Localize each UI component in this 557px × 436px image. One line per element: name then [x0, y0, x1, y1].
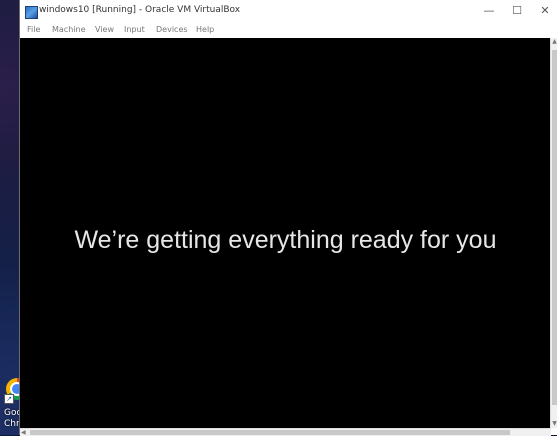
menu-bar: File Machine View Input Devices Help — [20, 22, 557, 38]
vertical-scroll-thumb[interactable] — [552, 50, 557, 405]
virtualbox-icon — [25, 6, 38, 19]
menu-help[interactable]: Help — [196, 25, 214, 34]
virtualbox-window: windows10 [Running] - Oracle VM VirtualB… — [19, 0, 557, 436]
minimize-button[interactable]: — — [476, 0, 502, 22]
shortcut-arrow-icon: ↗ — [4, 394, 14, 404]
horizontal-scroll-thumb[interactable] — [30, 430, 510, 435]
menu-file[interactable]: File — [27, 25, 40, 34]
menu-machine[interactable]: Machine — [52, 25, 86, 34]
close-button[interactable]: ✕ — [532, 0, 557, 22]
window-title: windows10 [Running] - Oracle VM VirtualB… — [39, 5, 241, 15]
menu-devices[interactable]: Devices — [156, 25, 188, 34]
vertical-scrollbar[interactable]: ▲ ▼ — [550, 38, 557, 428]
guest-display[interactable]: We’re getting everything ready for you — [20, 38, 551, 428]
setup-message: We’re getting everything ready for you — [74, 226, 497, 254]
maximize-button[interactable]: ☐ — [504, 0, 530, 22]
scroll-up-icon[interactable]: ▲ — [551, 38, 557, 46]
scroll-down-icon[interactable]: ▼ — [551, 420, 557, 428]
menu-input[interactable]: Input — [124, 25, 145, 34]
title-bar[interactable]: windows10 [Running] - Oracle VM VirtualB… — [20, 0, 557, 22]
menu-view[interactable]: View — [95, 25, 114, 34]
